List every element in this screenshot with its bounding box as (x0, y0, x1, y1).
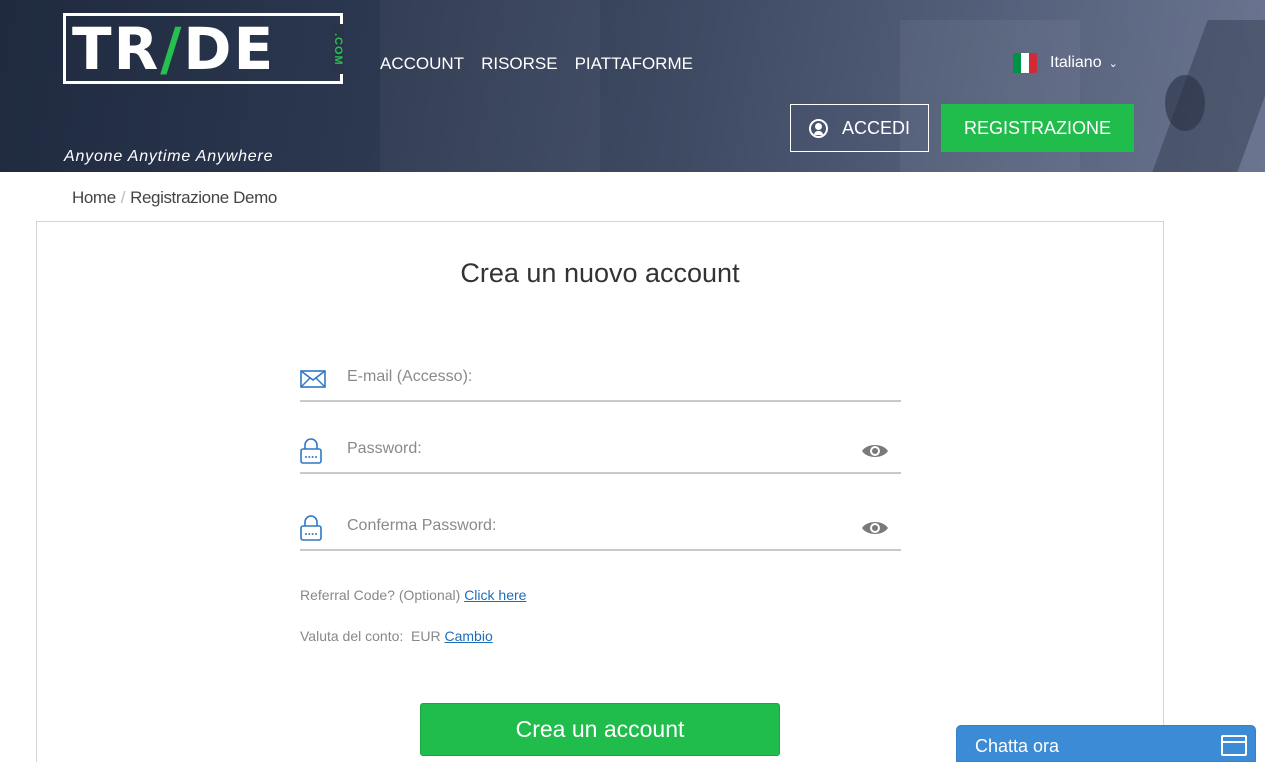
referral-link[interactable]: Click here (464, 587, 526, 603)
register-button[interactable]: REGISTRAZIONE (941, 104, 1134, 152)
currency-label: Valuta del conto: (300, 628, 404, 644)
chevron-down-icon: ⌄ (1108, 57, 1118, 70)
breadcrumb-current: Registrazione Demo (130, 188, 277, 207)
language-selector[interactable]: Italiano ⌄ (1013, 53, 1118, 73)
italy-flag-icon (1013, 53, 1037, 73)
chat-label: Chatta ora (975, 736, 1060, 756)
password-field (300, 428, 901, 474)
nav-item-risorse[interactable]: RISORSE (481, 54, 558, 74)
confirm-password-input[interactable] (347, 511, 847, 541)
main-nav: ACCOUNT RISORSE PIATTAFORME (380, 54, 693, 74)
lock-icon (300, 515, 322, 541)
create-account-button[interactable]: Crea un account (420, 703, 780, 756)
currency-value: EUR (411, 628, 441, 644)
site-header: TR/DE .COM Anyone Anytime Anywhere ACCOU… (0, 0, 1265, 172)
trade-logo[interactable]: TR/DE .COM (63, 13, 344, 84)
chat-window-icon (1221, 735, 1247, 756)
breadcrumb-home[interactable]: Home (72, 188, 116, 208)
chat-widget[interactable]: Chatta ora (956, 725, 1256, 762)
login-button-label: ACCEDI (841, 117, 910, 138)
password-input[interactable] (347, 434, 847, 464)
user-icon (808, 118, 828, 138)
confirm-password-field (300, 505, 901, 551)
email-input[interactable] (347, 362, 847, 392)
currency-change-link[interactable]: Cambio (445, 628, 493, 644)
lock-icon (300, 438, 322, 464)
referral-row: Referral Code? (Optional) Click here (300, 587, 526, 603)
login-button[interactable]: ACCEDI (790, 104, 929, 152)
header-background-shape (1165, 75, 1205, 131)
nav-item-account[interactable]: ACCOUNT (380, 54, 464, 74)
language-label: Italiano (1050, 54, 1102, 71)
logo-wordmark: TR/DE (72, 14, 276, 83)
currency-row: Valuta del conto: EUR Cambio (300, 628, 493, 644)
referral-text: Referral Code? (Optional) (300, 587, 461, 603)
eye-icon[interactable] (861, 442, 889, 460)
nav-item-piattaforme[interactable]: PIATTAFORME (575, 54, 693, 74)
logo-com-suffix: .COM (332, 24, 344, 74)
header-background-shape (380, 0, 600, 172)
breadcrumb-separator: / (120, 188, 126, 207)
eye-icon[interactable] (861, 519, 889, 537)
page-title: Crea un nuovo account (460, 258, 740, 288)
registration-card: Crea un nuovo account E-mail (Accesso): … (36, 221, 1164, 762)
email-field (300, 356, 901, 402)
tagline: Anyone Anytime Anywhere (64, 148, 274, 165)
breadcrumb: Home / Registrazione Demo (72, 188, 277, 208)
envelope-icon (300, 370, 326, 388)
